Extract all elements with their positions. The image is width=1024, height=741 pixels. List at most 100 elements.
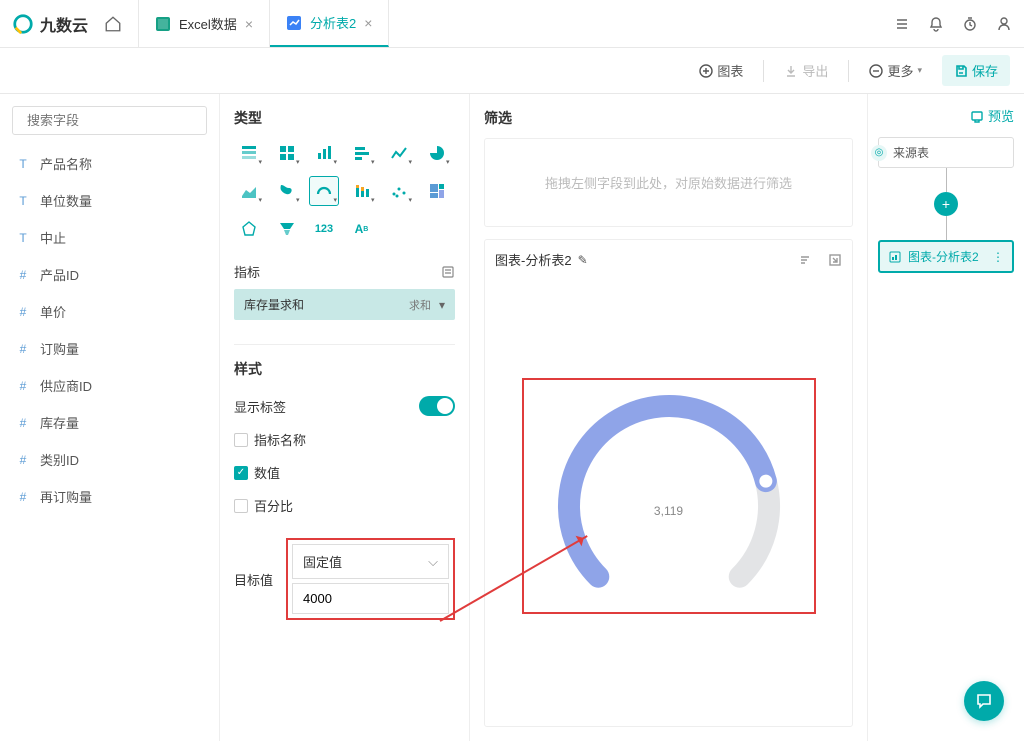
topbar-actions [894, 16, 1012, 32]
checkbox-value[interactable]: ✓数值 [234, 456, 455, 489]
field-label: 类别ID [40, 450, 79, 469]
main: T产品名称T单位数量T中止#产品ID#单价#订购量#供应商ID#库存量#类别ID… [0, 94, 1024, 741]
close-icon[interactable]: × [245, 16, 253, 32]
field-item[interactable]: #供应商ID [12, 367, 207, 404]
source-node[interactable]: ◎ 来源表 [878, 137, 1014, 168]
number-type-icon: # [16, 490, 30, 504]
chart-type-funnel[interactable] [272, 214, 302, 244]
more-button[interactable]: 更多 ▾ [869, 61, 922, 80]
chart-type-radar[interactable] [234, 214, 264, 244]
field-item[interactable]: #产品ID [12, 256, 207, 293]
field-label: 订购量 [40, 339, 79, 358]
edit-icon[interactable]: ✎ [578, 253, 588, 267]
divider [848, 60, 849, 82]
metric-section-title: 指标 [234, 262, 260, 281]
chart-type-table[interactable]: ▾ [234, 138, 264, 168]
chart-card: 图表-分析表2 ✎ 3,119 [484, 239, 853, 727]
field-item[interactable]: #单价 [12, 293, 207, 330]
metric-header: 指标 [234, 262, 455, 281]
close-icon[interactable]: × [364, 15, 372, 31]
chart-type-stacked-bar[interactable]: ▾ [347, 176, 377, 206]
target-mode-select[interactable]: 固定值 ⌵ [292, 544, 449, 579]
tab-label: Excel数据 [179, 14, 237, 33]
chart-node[interactable]: 图表-分析表2 ⋮ [878, 240, 1014, 273]
checkbox-icon [234, 499, 248, 513]
text-type-icon: T [16, 194, 30, 208]
chat-icon [974, 691, 994, 711]
field-item[interactable]: T中止 [12, 219, 207, 256]
tab-analysis-2[interactable]: 分析表2 × [270, 0, 389, 47]
home-icon[interactable] [104, 15, 122, 33]
user-icon[interactable] [996, 16, 1012, 32]
type-section-title: 类型 [234, 108, 455, 128]
more-icon[interactable]: ⋮ [992, 250, 1004, 264]
sheet-icon [155, 16, 171, 32]
plus-circle-icon [699, 64, 713, 78]
add-chart-button[interactable]: 图表 [699, 61, 743, 80]
bell-icon[interactable] [928, 16, 944, 32]
chart-type-gauge[interactable]: ▾ [309, 176, 339, 206]
chart-type-line[interactable]: ▾ [384, 138, 414, 168]
gauge-svg [534, 386, 804, 606]
chart-type-bar[interactable]: ▾ [309, 138, 339, 168]
chart-type-map[interactable]: ▾ [272, 176, 302, 206]
brand-mark-icon [12, 13, 34, 35]
preview-button[interactable]: 预览 [878, 106, 1014, 125]
field-item[interactable]: T单位数量 [12, 182, 207, 219]
chart-type-scatter[interactable]: ▾ [384, 176, 414, 206]
number-type-icon: # [16, 416, 30, 430]
show-label-text: 显示标签 [234, 397, 286, 416]
filter-dropzone[interactable]: 拖拽左侧字段到此处，对原始数据进行筛选 [484, 138, 853, 227]
chart-type-pie[interactable]: ▾ [422, 138, 452, 168]
list-icon[interactable] [894, 16, 910, 32]
field-panel: T产品名称T单位数量T中止#产品ID#单价#订购量#供应商ID#库存量#类别ID… [0, 94, 220, 741]
timer-icon[interactable] [962, 16, 978, 32]
style-section: 样式 显示标签 指标名称 ✓数值 百分比 目标值 固定值 ⌵ [234, 344, 455, 620]
field-item[interactable]: #库存量 [12, 404, 207, 441]
chart-type-number[interactable]: 123 [309, 214, 339, 244]
field-item[interactable]: T产品名称 [12, 145, 207, 182]
metric-settings-icon[interactable] [441, 265, 455, 279]
show-label-toggle[interactable] [419, 396, 455, 416]
chart-type-hbar[interactable]: ▾ [347, 138, 377, 168]
chevron-down-icon: ▾ [917, 65, 922, 76]
checkbox-icon [234, 433, 248, 447]
export-button[interactable]: 导出 [784, 61, 828, 80]
checkbox-metric-name[interactable]: 指标名称 [234, 423, 455, 456]
chart-type-text[interactable]: AB [347, 214, 377, 244]
number-type-icon: # [16, 268, 30, 282]
checkbox-percent[interactable]: 百分比 [234, 489, 455, 522]
gauge-chart: 3,119 [495, 275, 842, 716]
target-mode-value: 固定值 [303, 552, 342, 571]
help-fab[interactable] [964, 681, 1004, 721]
export-icon [784, 64, 798, 78]
chart-type-grid[interactable]: ▾ [272, 138, 302, 168]
gauge-value-label: 3,119 [654, 504, 683, 518]
config-panel: 类型 ▾ ▾ ▾ ▾ ▾ ▾ ▾ ▾ ▾ ▾ ▾ 123 AB 指标 库存量求和 [220, 94, 470, 741]
chart-type-area[interactable]: ▾ [234, 176, 264, 206]
metric-pill[interactable]: 库存量求和 求和 ▾ [234, 289, 455, 320]
field-item[interactable]: #订购量 [12, 330, 207, 367]
chevron-down-icon: ▾ [439, 298, 445, 312]
expand-icon[interactable] [828, 253, 842, 267]
chart-type-grid: ▾ ▾ ▾ ▾ ▾ ▾ ▾ ▾ ▾ ▾ ▾ 123 AB [234, 138, 455, 244]
connector [946, 168, 947, 192]
brand-name: 九数云 [40, 12, 88, 36]
save-button[interactable]: 保存 [942, 55, 1010, 86]
search-input[interactable] [12, 106, 207, 135]
brand-logo[interactable]: 九数云 [12, 12, 88, 36]
chart-type-treemap[interactable] [422, 176, 452, 206]
target-inputs-highlight: 固定值 ⌵ [286, 538, 455, 620]
chart-title: 图表-分析表2 [495, 250, 572, 269]
preview-icon [970, 109, 984, 123]
add-node-button[interactable]: + [934, 192, 958, 216]
tab-excel-data[interactable]: Excel数据 × [139, 0, 270, 47]
sort-icon[interactable] [798, 253, 812, 267]
target-value-input[interactable] [292, 583, 449, 614]
field-label: 产品名称 [40, 154, 92, 173]
field-label: 供应商ID [40, 376, 92, 395]
field-item[interactable]: #再订购量 [12, 478, 207, 515]
minus-circle-icon [869, 64, 883, 78]
search-field[interactable] [27, 113, 203, 128]
field-item[interactable]: #类别ID [12, 441, 207, 478]
